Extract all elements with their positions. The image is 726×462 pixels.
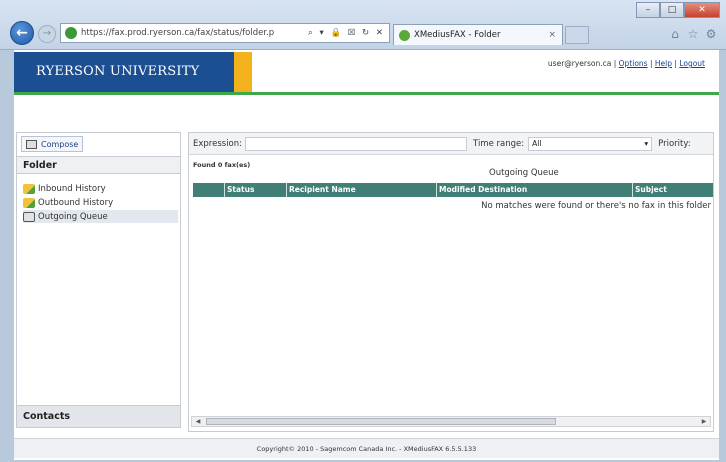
no-match-message: No matches were found or there's no fax … — [481, 201, 711, 211]
column-status[interactable]: Status — [225, 183, 287, 197]
scroll-right-icon[interactable]: ▶ — [699, 417, 709, 426]
outbound-folder-icon — [23, 197, 35, 208]
new-tab-button[interactable] — [565, 26, 589, 44]
column-subject[interactable]: Subject — [633, 183, 713, 197]
user-email: user@ryerson.ca — [547, 59, 612, 68]
minimize-button[interactable]: – — [636, 2, 660, 18]
filter-bar: Expression: Time range: All ▾ Priority: — [189, 133, 713, 155]
expression-input[interactable] — [245, 136, 468, 151]
logo-accent — [234, 52, 252, 92]
window-left-border — [0, 50, 14, 462]
fax-queue-icon — [23, 211, 35, 222]
sidebar-item-label: Inbound History — [38, 183, 106, 194]
sidebar-item-label: Outgoing Queue — [38, 211, 108, 222]
logout-link[interactable]: Logout — [679, 59, 705, 68]
site-icon — [65, 27, 77, 39]
dropdown-arrow-icon: ▾ — [644, 138, 649, 148]
fax-printer-icon — [26, 139, 37, 149]
separator: | — [647, 59, 655, 68]
separator: | — [611, 59, 619, 68]
help-link[interactable]: Help — [655, 59, 672, 68]
column-recipient-name[interactable]: Recipient Name — [287, 183, 437, 197]
tab-title: XMediusFAX - Folder — [414, 30, 501, 40]
site-header: RYERSON UNIVERSITY user@ryerson.ca | Opt… — [14, 52, 719, 92]
main-panel: Expression: Time range: All ▾ Priority: … — [188, 132, 714, 432]
compose-button[interactable]: Compose — [21, 136, 84, 152]
close-window-button[interactable]: ✕ — [684, 2, 720, 18]
ryerson-logo: RYERSON UNIVERSITY — [14, 52, 234, 92]
inbound-folder-icon — [23, 183, 35, 194]
sidebar-item-outbound-history[interactable]: Outbound History — [23, 196, 178, 209]
favorites-star-icon[interactable]: ☆ — [686, 27, 700, 41]
web-page: RYERSON UNIVERSITY user@ryerson.ca | Opt… — [14, 50, 719, 460]
time-range-label: Time range: — [473, 138, 525, 149]
sidebar-item-inbound-history[interactable]: Inbound History — [23, 182, 178, 195]
sidebar: Compose Folder Inbound History Outbound … — [16, 132, 181, 428]
tab-favicon-icon — [399, 29, 410, 41]
queue-title: Outgoing Queue — [489, 168, 559, 178]
tab-close-icon[interactable]: × — [548, 30, 556, 40]
scroll-thumb[interactable] — [206, 418, 556, 425]
address-bar[interactable]: https://fax.prod.ryerson.ca/fax/status/f… — [60, 23, 390, 43]
priority-label: Priority: — [658, 138, 691, 149]
settings-gear-icon[interactable]: ⚙ — [704, 27, 718, 41]
column-select[interactable] — [193, 183, 225, 197]
sidebar-item-label: Outbound History — [38, 197, 114, 208]
column-modified-destination[interactable]: Modified Destination — [437, 183, 633, 197]
expression-label: Expression: — [193, 138, 243, 149]
time-range-select[interactable]: All ▾ — [528, 136, 653, 151]
table-header: Status Recipient Name Modified Destinati… — [193, 183, 713, 197]
contacts-heading[interactable]: Contacts — [17, 405, 180, 427]
browser-toolbar: ⌂ ☆ ⚙ — [668, 27, 718, 41]
window-controls: – □ ✕ — [636, 2, 720, 18]
home-icon[interactable]: ⌂ — [668, 27, 682, 41]
sidebar-item-outgoing-queue[interactable]: Outgoing Queue — [23, 210, 178, 223]
window-right-border — [719, 50, 726, 462]
user-links: user@ryerson.ca | Options | Help | Logou… — [548, 59, 705, 68]
address-url[interactable]: https://fax.prod.ryerson.ca/fax/status/f… — [81, 28, 304, 38]
header-divider — [14, 92, 719, 95]
maximize-button[interactable]: □ — [660, 2, 684, 18]
horizontal-scrollbar[interactable]: ◀ ▶ — [191, 416, 711, 427]
address-tools-icon[interactable]: ⌕ ▾ 🔒 ☒ ↻ ✕ — [308, 28, 385, 38]
browser-tab[interactable]: XMediusFAX - Folder × — [393, 24, 563, 45]
found-count: Found 0 fax(es) — [193, 161, 251, 169]
forward-button[interactable]: → — [38, 25, 56, 43]
logo-text: RYERSON UNIVERSITY — [36, 64, 200, 79]
scroll-left-icon[interactable]: ◀ — [193, 417, 203, 426]
time-range-value: All — [532, 138, 542, 148]
compose-label: Compose — [41, 139, 79, 149]
page-footer: Copyright© 2010 - Sagemcom Canada Inc. -… — [14, 438, 719, 458]
folder-heading: Folder — [17, 156, 180, 174]
options-link[interactable]: Options — [619, 59, 648, 68]
back-button[interactable]: ← — [10, 21, 34, 45]
browser-chrome: – □ ✕ ← → https://fax.prod.ryerson.ca/fa… — [0, 0, 726, 50]
